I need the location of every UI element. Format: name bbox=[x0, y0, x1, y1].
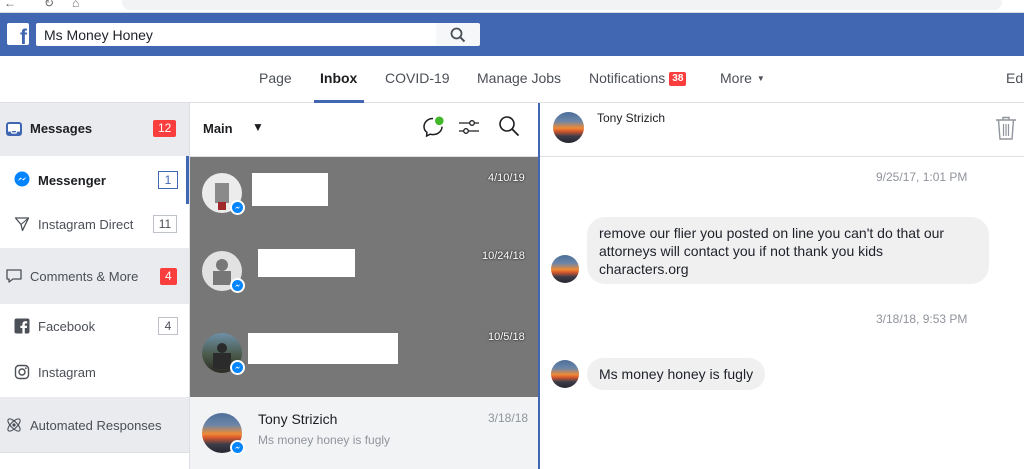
messenger-badge-icon bbox=[230, 360, 245, 375]
message-bubble: Ms money honey is fugly bbox=[587, 358, 766, 390]
message-text: Ms money honey is fugly bbox=[599, 366, 754, 382]
tab-manage-jobs[interactable]: Manage Jobs bbox=[477, 70, 561, 86]
instagram-direct-count-badge: 11 bbox=[153, 215, 177, 233]
conversation-date: 3/18/18 bbox=[488, 411, 529, 425]
inbox-sidebar: Messages 12 Messenger 1 Instagram Direct… bbox=[0, 103, 190, 469]
conversation-item-tony-strizich[interactable]: Tony Strizich Ms money honey is fugly 3/… bbox=[190, 397, 538, 469]
sidebar-item-label: Comments & More bbox=[30, 269, 139, 284]
conversation-list-header: Main ▼ bbox=[190, 103, 538, 157]
facebook-f-icon bbox=[12, 316, 32, 336]
facebook-count-badge: 4 bbox=[158, 317, 178, 335]
new-message-icon[interactable] bbox=[421, 115, 445, 144]
caret-down-icon: ▼ bbox=[756, 74, 765, 83]
filter-dropdown-caret-icon[interactable]: ▼ bbox=[252, 120, 264, 134]
sidebar-item-automated-responses[interactable]: Automated Responses bbox=[0, 397, 189, 453]
browser-strip: ← ↻ ⌂ bbox=[0, 0, 1024, 13]
search-box bbox=[36, 23, 436, 46]
tab-covid-19[interactable]: COVID-19 bbox=[385, 70, 450, 86]
paper-plane-icon bbox=[12, 214, 32, 234]
search-button[interactable] bbox=[436, 23, 480, 46]
sidebar-item-label: Facebook bbox=[38, 319, 96, 334]
chat-header: Tony Strizich bbox=[540, 103, 1024, 157]
conversation-date: 4/10/19 bbox=[488, 172, 525, 184]
search-icon bbox=[450, 27, 466, 42]
search-input[interactable] bbox=[36, 23, 434, 46]
conversation-name: Tony Strizich bbox=[258, 411, 338, 427]
contact-name[interactable]: Tony Strizich bbox=[597, 111, 665, 125]
search-conversations-icon[interactable] bbox=[498, 115, 520, 142]
conversation-item[interactable]: 4/10/19 bbox=[190, 157, 538, 235]
messenger-badge-icon bbox=[230, 440, 245, 455]
sidebar-item-messenger[interactable]: Messenger 1 bbox=[0, 156, 189, 204]
sender-avatar bbox=[551, 255, 579, 283]
sidebar-item-label: Messages bbox=[30, 121, 93, 136]
tab-notifications-label: Notifications bbox=[589, 70, 666, 86]
tab-notifications[interactable]: Notifications 38 bbox=[589, 70, 687, 86]
conversation-list: Main ▼ 4/10/19 10/24/18 10/5/18 Tony Str… bbox=[190, 103, 540, 469]
sidebar-item-instagram[interactable]: Instagram bbox=[0, 350, 189, 396]
contact-avatar[interactable] bbox=[553, 112, 584, 143]
message-timestamp: 3/18/18, 9:53 PM bbox=[876, 312, 968, 326]
message-line: attorneys will contact you if not thank … bbox=[599, 243, 884, 259]
atom-icon bbox=[4, 415, 24, 435]
redacted-name bbox=[258, 249, 355, 277]
comment-bubble-icon bbox=[4, 266, 24, 286]
comments-count-badge: 4 bbox=[160, 268, 177, 285]
facebook-header: f bbox=[0, 13, 1024, 56]
sidebar-item-facebook[interactable]: Facebook 4 bbox=[0, 304, 189, 350]
message-bubble: remove our flier you posted on line you … bbox=[587, 217, 989, 284]
messenger-icon bbox=[12, 169, 32, 189]
sidebar-item-label: Messenger bbox=[38, 173, 106, 188]
home-icon[interactable]: ⌂ bbox=[72, 0, 79, 10]
trash-icon[interactable] bbox=[994, 115, 1018, 146]
page-nav: Page Inbox COVID-19 Manage Jobs Notifica… bbox=[0, 56, 1024, 103]
redacted-name bbox=[248, 333, 398, 364]
message-timestamp: 9/25/17, 1:01 PM bbox=[876, 170, 968, 184]
redacted-name bbox=[252, 173, 328, 206]
conversation-preview: Ms money honey is fugly bbox=[258, 433, 391, 447]
notifications-badge: 38 bbox=[669, 72, 687, 86]
sidebar-item-messages[interactable]: Messages 12 bbox=[0, 103, 189, 156]
tab-more[interactable]: More ▼ bbox=[720, 70, 765, 86]
message-line: characters.org bbox=[599, 261, 689, 277]
conversation-date: 10/24/18 bbox=[482, 250, 525, 262]
conversation-date: 10/5/18 bbox=[488, 331, 525, 343]
conversation-item[interactable]: 10/24/18 bbox=[190, 235, 538, 315]
sidebar-item-label: Instagram bbox=[38, 365, 96, 380]
filter-settings-icon[interactable] bbox=[458, 117, 480, 142]
messenger-badge-icon bbox=[230, 278, 245, 293]
facebook-logo-icon[interactable]: f bbox=[7, 23, 29, 45]
messenger-count-badge: 1 bbox=[158, 171, 178, 189]
chat-panel: Tony Strizich 9/25/17, 1:01 PM remove ou… bbox=[540, 103, 1024, 469]
tab-inbox[interactable]: Inbox bbox=[320, 70, 357, 86]
conversation-item[interactable]: 10/5/18 bbox=[190, 315, 538, 397]
messenger-badge-icon bbox=[230, 200, 245, 215]
sidebar-item-label: Instagram Direct bbox=[38, 217, 134, 232]
filter-dropdown-label[interactable]: Main bbox=[203, 121, 233, 136]
inbox-tray-icon bbox=[4, 119, 24, 139]
tab-page[interactable]: Page bbox=[259, 70, 292, 86]
messages-count-badge: 12 bbox=[153, 120, 177, 137]
sidebar-item-instagram-direct[interactable]: Instagram Direct 11 bbox=[0, 204, 189, 248]
sender-avatar bbox=[551, 360, 579, 388]
instagram-icon bbox=[12, 362, 32, 382]
tab-more-label: More bbox=[720, 70, 752, 86]
sidebar-item-comments-and-more[interactable]: Comments & More 4 bbox=[0, 248, 189, 304]
back-icon[interactable]: ← bbox=[4, 0, 16, 10]
reload-icon[interactable]: ↻ bbox=[44, 0, 54, 10]
message-line: remove our flier you posted on line you … bbox=[599, 225, 945, 241]
sidebar-item-label: Automated Responses bbox=[30, 418, 162, 433]
address-bar[interactable] bbox=[122, 0, 1002, 10]
tab-edit[interactable]: Ed bbox=[1006, 70, 1023, 86]
